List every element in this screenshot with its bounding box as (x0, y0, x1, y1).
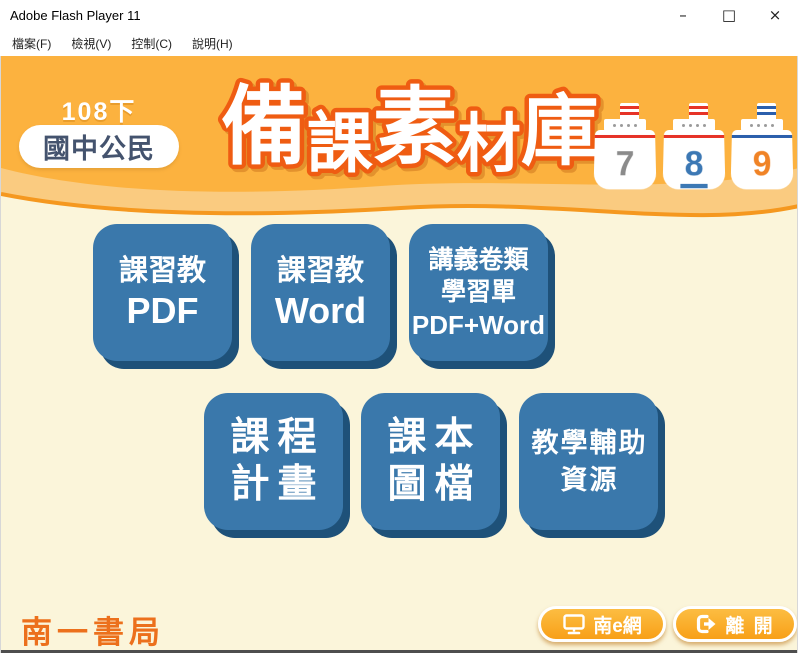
grade-8-label: 8 (680, 144, 708, 188)
tile-label: PDF+Word (412, 309, 545, 342)
workbook-pdf-button[interactable]: 課習教 PDF (93, 224, 232, 361)
exit-button[interactable]: 離 開 (673, 606, 797, 642)
title-char: 素 (373, 78, 457, 176)
tile-label: 課程 (222, 415, 324, 462)
svg-text:備課素材庫: 備課素材庫 (221, 77, 599, 182)
boat-hull-icon: 9 (731, 130, 794, 189)
tile-label: 圖檔 (379, 462, 481, 509)
logout-icon (695, 614, 718, 634)
maximize-icon[interactable]: □ (706, 0, 752, 30)
handout-sheets-button[interactable]: 講義卷類 學習單 PDF+Word (409, 224, 548, 361)
tile-label: 資源 (559, 462, 619, 498)
tile-label: 課習教 (119, 253, 206, 289)
grade-7-boat[interactable]: 7 (595, 103, 655, 187)
teaching-aids-button[interactable]: 教學輔助 資源 (519, 393, 658, 530)
menu-help[interactable]: 說明(H) (189, 33, 236, 54)
tile-label: 課本 (379, 415, 481, 462)
textbook-images-button[interactable]: 課本 圖檔 (361, 393, 500, 530)
boat-hull-icon: 7 (594, 130, 657, 189)
publisher-logo: 南一書局 (21, 607, 165, 652)
tile-label: 計畫 (222, 462, 324, 509)
menu-control[interactable]: 控制(C) (128, 33, 175, 54)
title-bar: Adobe Flash Player 11 – □ × (0, 0, 798, 30)
minimize-icon[interactable]: – (660, 0, 706, 30)
title-char: 課 (307, 105, 373, 182)
monitor-icon (562, 614, 586, 635)
flash-stage: 108下 國中公民 備課素材庫 7 8 9 課習教 PDF (0, 56, 798, 653)
tile-label: 教學輔助 (530, 425, 648, 461)
workbook-word-button[interactable]: 課習教 Word (251, 224, 390, 361)
tile-label: Word (275, 289, 366, 332)
tile-label: PDF (127, 289, 199, 332)
menu-bar: 檔案(F) 檢視(V) 控制(C) 說明(H) (0, 30, 798, 56)
tile-label: 學習單 (441, 276, 516, 309)
exit-label: 離 開 (725, 611, 774, 638)
close-icon[interactable]: × (752, 0, 798, 30)
grade-9-boat[interactable]: 9 (732, 103, 792, 187)
grade-9-label: 9 (752, 144, 771, 183)
window-title: Adobe Flash Player 11 (0, 8, 141, 23)
title-char: 備 (221, 77, 307, 177)
title-char: 庫 (521, 87, 599, 177)
tile-label: 課習教 (277, 253, 364, 289)
curriculum-plan-button[interactable]: 課程 計畫 (204, 393, 343, 530)
title-char: 材 (457, 108, 521, 182)
nane-web-button[interactable]: 南e網 (538, 606, 666, 642)
menu-view[interactable]: 檢視(V) (68, 33, 114, 54)
grade-8-boat[interactable]: 8 (664, 103, 724, 187)
tile-label: 講義卷類 (428, 244, 528, 277)
subject-badge: 國中公民 (19, 125, 179, 168)
menu-file[interactable]: 檔案(F) (9, 33, 54, 54)
window-controls: – □ × (660, 0, 798, 30)
grade-7-label: 7 (615, 144, 634, 183)
semester-label: 108下 (19, 92, 179, 128)
page-title: 備課素材庫 (215, 60, 601, 188)
boat-hull-icon: 8 (663, 130, 726, 189)
nane-web-label: 南e網 (593, 611, 642, 638)
